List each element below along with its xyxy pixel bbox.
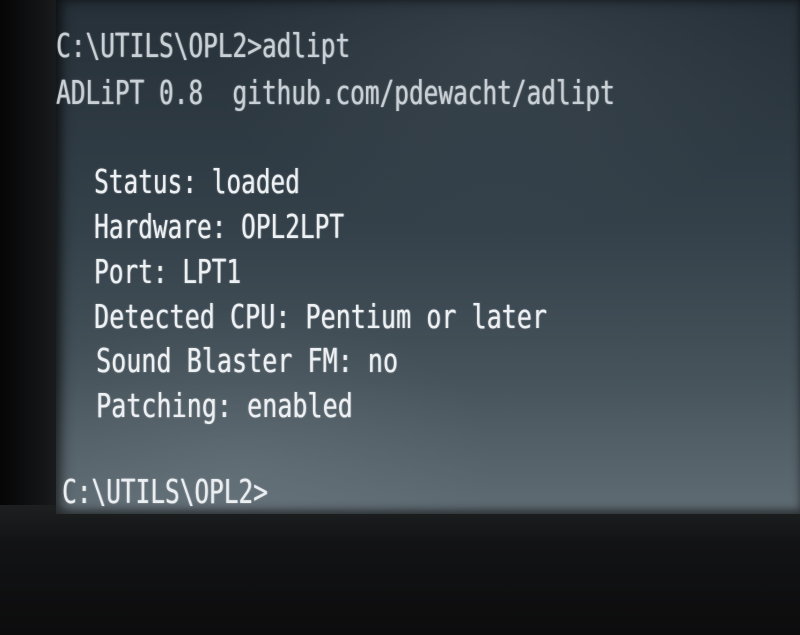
program-banner: ADLiPT 0.8 github.com/pdewacht/adlipt bbox=[56, 73, 615, 112]
dos-terminal-screen[interactable]: C:\UTILS\OPL2>adlipt ADLiPT 0.8 github.c… bbox=[56, 0, 800, 514]
sound-blaster-line: Sound Blaster FM: no bbox=[96, 341, 398, 380]
port-line: Port: LPT1 bbox=[94, 252, 242, 291]
command-line: C:\UTILS\OPL2>adlipt bbox=[56, 26, 351, 65]
monitor-photo: C:\UTILS\OPL2>adlipt ADLiPT 0.8 github.c… bbox=[0, 0, 800, 635]
monitor-bezel-bottom bbox=[0, 505, 800, 635]
cpu-line: Detected CPU: Pentium or later bbox=[94, 297, 547, 336]
command-prompt[interactable]: C:\UTILS\OPL2> bbox=[62, 472, 268, 512]
patching-line: Patching: enabled bbox=[96, 386, 353, 425]
hardware-line: Hardware: OPL2LPT bbox=[94, 207, 344, 246]
status-line: Status: loaded bbox=[94, 162, 300, 201]
monitor-bezel-left bbox=[0, 0, 62, 520]
